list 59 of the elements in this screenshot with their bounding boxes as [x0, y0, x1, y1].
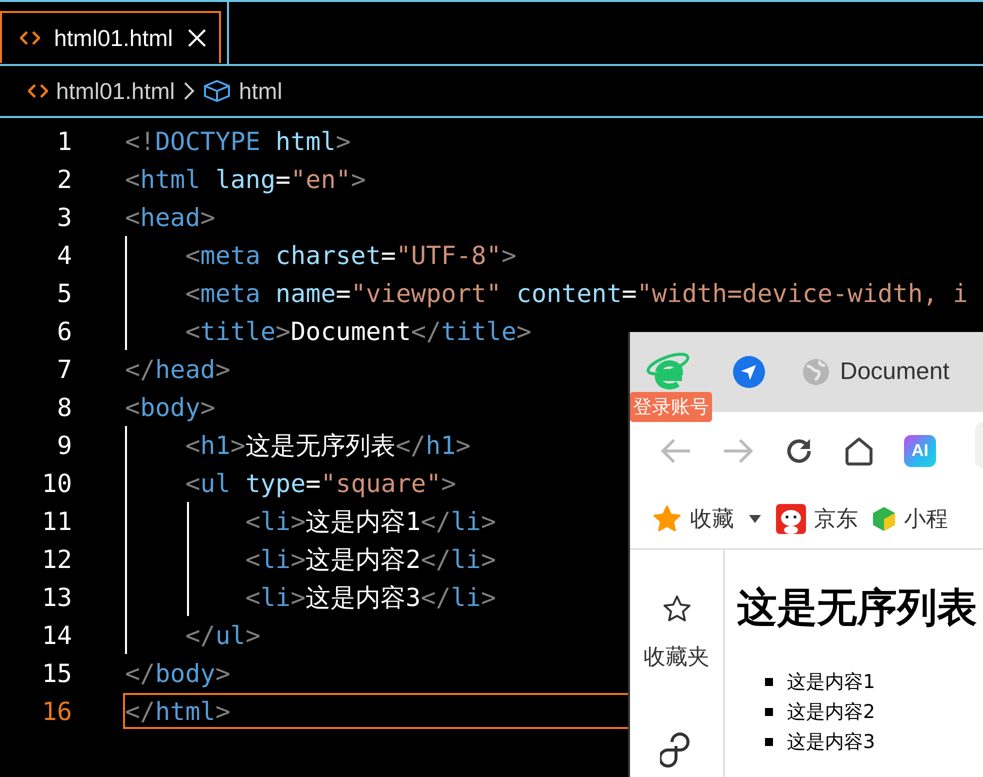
- breadcrumb-item[interactable]: html01.html: [56, 78, 175, 104]
- line-number: 3: [56, 202, 72, 232]
- star-icon: [652, 504, 682, 534]
- code-line: <head>: [125, 202, 216, 232]
- line-number: 11: [40, 506, 72, 536]
- bullet-icon: [765, 678, 773, 686]
- chevron-right-icon: [182, 81, 195, 101]
- home-icon[interactable]: [844, 436, 874, 466]
- code-line: <html lang="en">: [125, 164, 366, 194]
- cube-icon: [202, 79, 231, 103]
- bullet-icon: [765, 708, 773, 716]
- list-item: 这是内容2: [787, 700, 876, 725]
- file-tab[interactable]: html01.html: [0, 11, 221, 63]
- line-number: 15: [40, 658, 72, 688]
- page-heading: 这是无序列表: [737, 585, 977, 632]
- code-line: <h1>这是无序列表</h1>: [184, 430, 471, 462]
- code-line: <li>这是内容2</li>: [244, 544, 496, 576]
- code-line: <li>这是内容3</li>: [244, 582, 496, 614]
- star-icon: [662, 594, 692, 624]
- code-icon: [28, 83, 48, 99]
- code-line: </body>: [125, 658, 230, 688]
- line-number: 10: [40, 468, 72, 498]
- bookmark-item[interactable]: 京东: [776, 504, 858, 534]
- sidebar-label[interactable]: 收藏夹: [644, 642, 710, 672]
- line-number: 8: [56, 392, 72, 422]
- line-number: 14: [40, 620, 72, 650]
- code-line: </html>: [125, 696, 230, 726]
- line-number: 9: [56, 430, 72, 460]
- code-icon: [20, 30, 40, 46]
- line-number: 6: [56, 316, 72, 346]
- code-line: <ul type="square">: [184, 468, 456, 498]
- line-number: 16: [40, 696, 72, 726]
- bookmark-item[interactable]: 小程: [872, 504, 948, 534]
- caret-icon[interactable]: [748, 514, 762, 524]
- line-number: 5: [56, 278, 72, 308]
- code-line: <title>Document</title>: [184, 316, 532, 346]
- browser-tab[interactable]: Document: [802, 358, 950, 386]
- list-item: 这是内容1: [787, 670, 876, 695]
- line-number: 13: [40, 582, 72, 612]
- line-number: 12: [40, 544, 72, 574]
- line-number: 4: [56, 240, 72, 270]
- code-line: </head>: [125, 354, 230, 384]
- code-line: </ul>: [184, 620, 260, 650]
- bookmark-item[interactable]: 收藏: [652, 504, 762, 534]
- bullet-icon: [765, 738, 773, 746]
- code-line: <meta name="viewport" content="width=device-width, i: [184, 278, 968, 308]
- list-item: 这是内容3: [787, 730, 876, 755]
- line-number: 2: [56, 164, 72, 194]
- code-line: <!DOCTYPE html>: [125, 126, 351, 156]
- close-icon[interactable]: [186, 28, 207, 48]
- code-line: <body>: [125, 392, 216, 422]
- line-number: 7: [56, 354, 72, 384]
- code-line: <meta charset="UTF-8">: [184, 240, 516, 270]
- dog-mascot-icon: [776, 504, 806, 534]
- code-line: <li>这是内容1</li>: [244, 506, 496, 538]
- cube-icon: [872, 506, 896, 532]
- globe-icon: [802, 358, 830, 386]
- breadcrumb-item[interactable]: html: [238, 78, 282, 104]
- line-number: 1: [56, 126, 72, 156]
